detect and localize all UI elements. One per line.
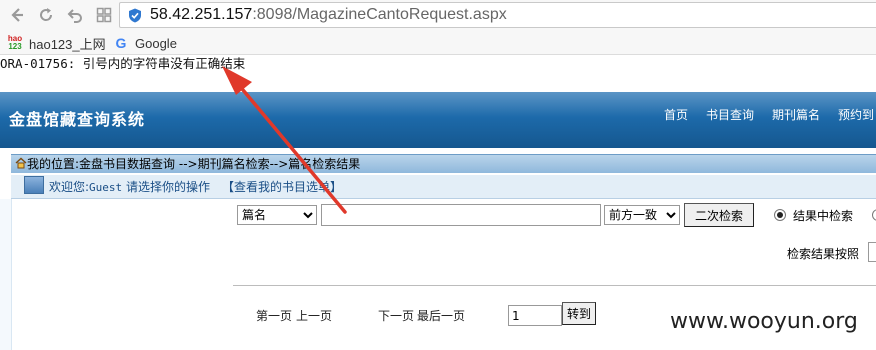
undo-icon xyxy=(67,9,82,23)
nav-journal-articles[interactable]: 期刊篇名 xyxy=(772,106,820,123)
bookmark-google[interactable]: G Google xyxy=(112,34,177,52)
top-nav: 首页 书目查询 期刊篇名 预约到 xyxy=(664,106,876,123)
bookmark-label: Google xyxy=(135,35,177,51)
prev-page-link[interactable]: 上一页 xyxy=(296,307,332,324)
go-button[interactable]: 转到 xyxy=(562,302,596,325)
watermark-text: www.wooyun.org xyxy=(670,309,858,334)
back-button[interactable] xyxy=(6,4,28,26)
secondary-search-button[interactable]: 二次检索 xyxy=(684,203,754,227)
page-root: 58.42.251.157:8098/MagazineCantoRequest.… xyxy=(0,0,876,350)
apps-button[interactable] xyxy=(93,4,115,26)
search-keyword-input[interactable] xyxy=(321,204,601,226)
browser-toolbar: 58.42.251.157:8098/MagazineCantoRequest.… xyxy=(0,0,876,31)
next-page-link[interactable]: 下一页 xyxy=(378,307,414,324)
match-mode-select[interactable]: 前方一致 xyxy=(604,205,680,225)
search-field-select[interactable]: 篇名 xyxy=(237,205,317,225)
google-icon: G xyxy=(115,35,127,51)
shield-icon xyxy=(129,8,141,23)
back-arrow-icon xyxy=(11,8,23,22)
nav-catalog-search[interactable]: 书目查询 xyxy=(706,106,754,123)
my-bibliography-link[interactable]: 【查看我的书目选单】 xyxy=(222,180,342,194)
breadcrumb: 我的位置:金盘书目数据查询 -->期刊篇名检索-->篇名检索结果 xyxy=(27,157,361,171)
breadcrumb-bar: 我的位置:金盘书目数据查询 -->期刊篇名检索-->篇名检索结果 xyxy=(11,154,876,173)
reload-icon xyxy=(40,8,53,21)
nav-reservation[interactable]: 预约到 xyxy=(838,106,874,123)
welcome-text: 欢迎您:Guest 请选择你的操作 【查看我的书目选单】 xyxy=(49,180,343,194)
ora-error-message: ORA-01756: 引号内的字符串没有正确结束 xyxy=(0,56,246,71)
search-in-results-label: 结果中检索 xyxy=(793,209,854,223)
grid-icon xyxy=(96,7,112,23)
search-in-results-radio[interactable] xyxy=(774,209,786,221)
first-page-link[interactable]: 第一页 xyxy=(256,307,292,324)
nav-home[interactable]: 首页 xyxy=(664,106,688,123)
user-avatar-icon xyxy=(24,176,44,194)
bookmark-hao123[interactable]: hao 123 hao123_上网 xyxy=(6,34,106,52)
bookmarks-bar: hao 123 hao123_上网 G Google xyxy=(0,31,876,55)
bookmark-label: hao123_上网 xyxy=(29,36,106,52)
url-path: :8098/MagazineCantoRequest.aspx xyxy=(252,6,507,23)
sort-select[interactable] xyxy=(868,242,876,262)
url-host: 58.42.251.157 xyxy=(150,6,253,23)
hao123-icon: hao 123 xyxy=(7,34,23,51)
reload-button[interactable] xyxy=(35,4,57,26)
username: Guest xyxy=(89,181,123,194)
sort-label: 检索结果按照 xyxy=(787,247,860,261)
home-icon xyxy=(15,157,27,169)
page-number-input[interactable] xyxy=(508,305,562,326)
search-option-radio[interactable] xyxy=(872,209,876,221)
undo-close-button[interactable] xyxy=(64,4,86,26)
site-title: 金盘馆藏查询系统 xyxy=(9,110,146,129)
welcome-bar: 欢迎您:Guest 请选择你的操作 【查看我的书目选单】 xyxy=(11,175,876,199)
site-header: 金盘馆藏查询系统 首页 书目查询 期刊篇名 预约到 xyxy=(0,92,876,148)
url-text: 58.42.251.157:8098/MagazineCantoRequest.… xyxy=(150,5,507,25)
results-divider xyxy=(233,285,876,286)
left-side-strip xyxy=(0,199,12,350)
address-bar[interactable]: 58.42.251.157:8098/MagazineCantoRequest.… xyxy=(119,2,876,28)
last-page-link[interactable]: 最后一页 xyxy=(417,307,465,324)
